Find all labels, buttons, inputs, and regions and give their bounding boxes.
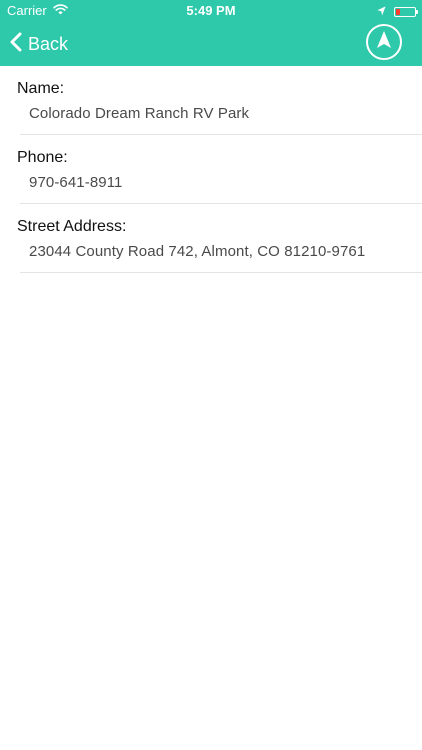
- address-value[interactable]: 23044 County Road 742, Almont, CO 81210-…: [29, 243, 365, 260]
- name-value: Colorado Dream Ranch RV Park: [29, 105, 250, 122]
- phone-value[interactable]: 970-641-8911: [29, 174, 123, 191]
- chevron-left-icon: [10, 32, 22, 57]
- back-label: Back: [28, 33, 69, 54]
- name-row: Name: Colorado Dream Ranch RV Park: [0, 66, 422, 135]
- navigate-button[interactable]: [366, 24, 402, 60]
- location-services-icon: [377, 4, 386, 19]
- phone-label: Phone:: [17, 149, 68, 166]
- battery-icon: [394, 6, 418, 17]
- address-row: Street Address: 23044 County Road 742, A…: [0, 204, 422, 273]
- name-label: Name:: [17, 80, 65, 97]
- address-label: Street Address:: [17, 218, 127, 235]
- status-right-group: [377, 4, 418, 19]
- navigation-bar: Back: [0, 22, 422, 66]
- navigation-arrow-icon: [376, 30, 392, 55]
- status-bar: Carrier 5:49 PM: [0, 0, 422, 22]
- top-bar: Carrier 5:49 PM Back: [0, 0, 422, 66]
- back-button[interactable]: Back: [10, 28, 68, 60]
- details-list: Name: Colorado Dream Ranch RV Park Phone…: [0, 66, 422, 273]
- phone-row: Phone: 970-641-8911: [0, 135, 422, 204]
- row-separator: [20, 272, 422, 273]
- battery-level: [396, 8, 400, 15]
- screen: Carrier 5:49 PM Back Name: Colorado Drea…: [0, 0, 422, 750]
- status-time: 5:49 PM: [186, 3, 236, 18]
